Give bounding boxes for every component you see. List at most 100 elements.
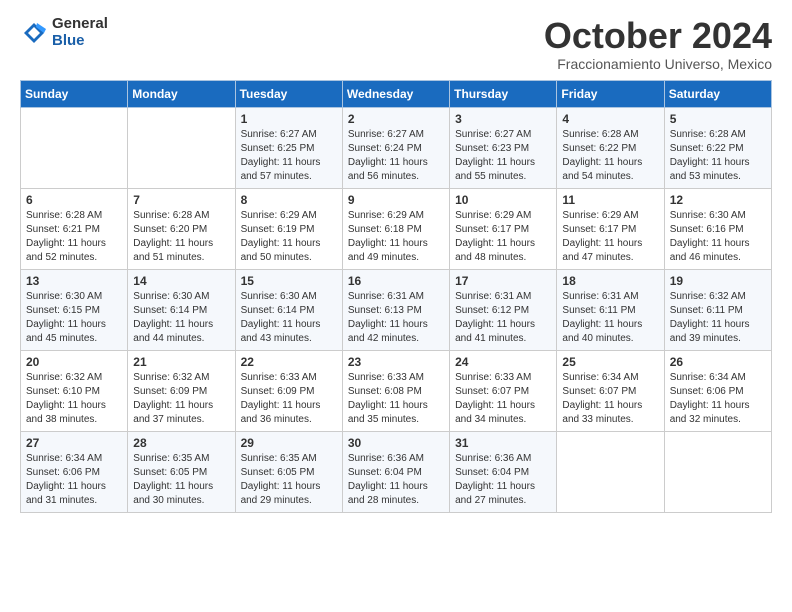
calendar-cell (557, 431, 664, 512)
day-info: Sunrise: 6:32 AMSunset: 6:09 PMDaylight:… (133, 371, 229, 427)
calendar-cell: 19 Sunrise: 6:32 AMSunset: 6:11 PMDayligh… (664, 269, 771, 350)
calendar-cell: 3Sunrise: 6:27 AMSunset: 6:23 PMDaylight… (450, 107, 557, 188)
header-day-thursday: Thursday (450, 80, 557, 107)
logo-blue-text: Blue (52, 33, 108, 50)
calendar-cell: 8 Sunrise: 6:29 AMSunset: 6:19 PMDaylight… (235, 188, 342, 269)
header-day-sunday: Sunday (21, 80, 128, 107)
calendar-cell: 15 Sunrise: 6:30 AMSunset: 6:14 PMDayligh… (235, 269, 342, 350)
calendar-cell: 2Sunrise: 6:27 AMSunset: 6:24 PMDaylight… (342, 107, 449, 188)
day-info: Sunrise: 6:30 AMSunset: 6:15 PMDaylight:… (26, 290, 122, 346)
day-number: 25 (562, 355, 658, 369)
calendar-table: SundayMondayTuesdayWednesdayThursdayFrid… (20, 80, 772, 513)
day-info: Sunrise: 6:28 AMSunset: 6:22 PMDaylight:… (562, 128, 658, 184)
day-info: Sunrise: 6:36 AMSunset: 6:04 PMDaylight:… (348, 452, 444, 508)
calendar-cell: 22Sunrise: 6:33 AMSunset: 6:09 PMDayligh… (235, 350, 342, 431)
day-number: 17 (455, 274, 551, 288)
day-info: Sunrise: 6:28 AMSunset: 6:21 PMDaylight:… (26, 209, 122, 265)
day-number: 31 (455, 436, 551, 450)
calendar-cell: 4 Sunrise: 6:28 AMSunset: 6:22 PMDaylight… (557, 107, 664, 188)
calendar-week-row: 13 Sunrise: 6:30 AMSunset: 6:15 PMDayligh… (21, 269, 772, 350)
logo-text: General Blue (52, 16, 108, 49)
calendar-cell (21, 107, 128, 188)
day-number: 27 (26, 436, 122, 450)
day-info: Sunrise: 6:27 AMSunset: 6:24 PMDaylight:… (348, 128, 444, 184)
calendar-cell: 28 Sunrise: 6:35 AMSunset: 6:05 PMDayligh… (128, 431, 235, 512)
day-info: Sunrise: 6:33 AMSunset: 6:07 PMDaylight:… (455, 371, 551, 427)
day-info: Sunrise: 6:34 AMSunset: 6:06 PMDaylight:… (26, 452, 122, 508)
calendar-cell: 5 Sunrise: 6:28 AMSunset: 6:22 PMDaylight… (664, 107, 771, 188)
day-info: Sunrise: 6:30 AMSunset: 6:14 PMDaylight:… (133, 290, 229, 346)
day-info: Sunrise: 6:34 AMSunset: 6:07 PMDaylight:… (562, 371, 658, 427)
calendar-cell: 25 Sunrise: 6:34 AMSunset: 6:07 PMDayligh… (557, 350, 664, 431)
day-number: 26 (670, 355, 766, 369)
day-number: 12 (670, 193, 766, 207)
day-number: 9 (348, 193, 444, 207)
day-number: 14 (133, 274, 229, 288)
day-number: 10 (455, 193, 551, 207)
calendar-cell: 6 Sunrise: 6:28 AMSunset: 6:21 PMDaylight… (21, 188, 128, 269)
location-subtitle: Fraccionamiento Universo, Mexico (544, 56, 772, 72)
day-number: 22 (241, 355, 337, 369)
day-info: Sunrise: 6:33 AMSunset: 6:08 PMDaylight:… (348, 371, 444, 427)
header-day-wednesday: Wednesday (342, 80, 449, 107)
calendar-week-row: 27 Sunrise: 6:34 AMSunset: 6:06 PMDayligh… (21, 431, 772, 512)
day-number: 7 (133, 193, 229, 207)
day-info: Sunrise: 6:31 AMSunset: 6:12 PMDaylight:… (455, 290, 551, 346)
calendar-cell: 17 Sunrise: 6:31 AMSunset: 6:12 PMDayligh… (450, 269, 557, 350)
day-info: Sunrise: 6:29 AMSunset: 6:17 PMDaylight:… (562, 209, 658, 265)
day-info: Sunrise: 6:29 AMSunset: 6:18 PMDaylight:… (348, 209, 444, 265)
calendar-cell: 26 Sunrise: 6:34 AMSunset: 6:06 PMDayligh… (664, 350, 771, 431)
day-info: Sunrise: 6:32 AMSunset: 6:11 PMDaylight:… (670, 290, 766, 346)
day-number: 5 (670, 112, 766, 126)
day-info: Sunrise: 6:29 AMSunset: 6:19 PMDaylight:… (241, 209, 337, 265)
calendar-cell: 10Sunrise: 6:29 AMSunset: 6:17 PMDayligh… (450, 188, 557, 269)
month-title: October 2024 (544, 16, 772, 56)
day-number: 24 (455, 355, 551, 369)
calendar-cell: 20 Sunrise: 6:32 AMSunset: 6:10 PMDayligh… (21, 350, 128, 431)
day-number: 8 (241, 193, 337, 207)
logo-general-text: General (52, 16, 108, 33)
day-number: 6 (26, 193, 122, 207)
day-info: Sunrise: 6:34 AMSunset: 6:06 PMDaylight:… (670, 371, 766, 427)
day-number: 18 (562, 274, 658, 288)
calendar-week-row: 1 Sunrise: 6:27 AMSunset: 6:25 PMDaylight… (21, 107, 772, 188)
header-day-saturday: Saturday (664, 80, 771, 107)
day-info: Sunrise: 6:28 AMSunset: 6:20 PMDaylight:… (133, 209, 229, 265)
calendar-cell: 27 Sunrise: 6:34 AMSunset: 6:06 PMDayligh… (21, 431, 128, 512)
calendar-cell: 18 Sunrise: 6:31 AMSunset: 6:11 PMDayligh… (557, 269, 664, 350)
day-info: Sunrise: 6:31 AMSunset: 6:11 PMDaylight:… (562, 290, 658, 346)
day-number: 13 (26, 274, 122, 288)
day-info: Sunrise: 6:35 AMSunset: 6:05 PMDaylight:… (133, 452, 229, 508)
day-number: 15 (241, 274, 337, 288)
day-number: 11 (562, 193, 658, 207)
calendar-cell: 11 Sunrise: 6:29 AMSunset: 6:17 PMDayligh… (557, 188, 664, 269)
calendar-cell: 14 Sunrise: 6:30 AMSunset: 6:14 PMDayligh… (128, 269, 235, 350)
day-number: 23 (348, 355, 444, 369)
logo-icon (20, 19, 48, 47)
day-number: 30 (348, 436, 444, 450)
day-info: Sunrise: 6:27 AMSunset: 6:25 PMDaylight:… (241, 128, 337, 184)
day-info: Sunrise: 6:31 AMSunset: 6:13 PMDaylight:… (348, 290, 444, 346)
day-number: 1 (241, 112, 337, 126)
day-info: Sunrise: 6:30 AMSunset: 6:16 PMDaylight:… (670, 209, 766, 265)
calendar-cell: 13 Sunrise: 6:30 AMSunset: 6:15 PMDayligh… (21, 269, 128, 350)
day-number: 3 (455, 112, 551, 126)
calendar-cell: 24 Sunrise: 6:33 AMSunset: 6:07 PMDayligh… (450, 350, 557, 431)
day-number: 19 (670, 274, 766, 288)
logo: General Blue (20, 16, 108, 49)
day-number: 16 (348, 274, 444, 288)
day-number: 28 (133, 436, 229, 450)
calendar-week-row: 6 Sunrise: 6:28 AMSunset: 6:21 PMDaylight… (21, 188, 772, 269)
header-day-tuesday: Tuesday (235, 80, 342, 107)
day-info: Sunrise: 6:35 AMSunset: 6:05 PMDaylight:… (241, 452, 337, 508)
day-number: 20 (26, 355, 122, 369)
day-info: Sunrise: 6:28 AMSunset: 6:22 PMDaylight:… (670, 128, 766, 184)
day-info: Sunrise: 6:32 AMSunset: 6:10 PMDaylight:… (26, 371, 122, 427)
day-info: Sunrise: 6:30 AMSunset: 6:14 PMDaylight:… (241, 290, 337, 346)
calendar-cell: 29Sunrise: 6:35 AMSunset: 6:05 PMDayligh… (235, 431, 342, 512)
calendar-cell: 31Sunrise: 6:36 AMSunset: 6:04 PMDayligh… (450, 431, 557, 512)
header-day-friday: Friday (557, 80, 664, 107)
header-day-monday: Monday (128, 80, 235, 107)
day-number: 4 (562, 112, 658, 126)
calendar-cell: 16 Sunrise: 6:31 AMSunset: 6:13 PMDayligh… (342, 269, 449, 350)
